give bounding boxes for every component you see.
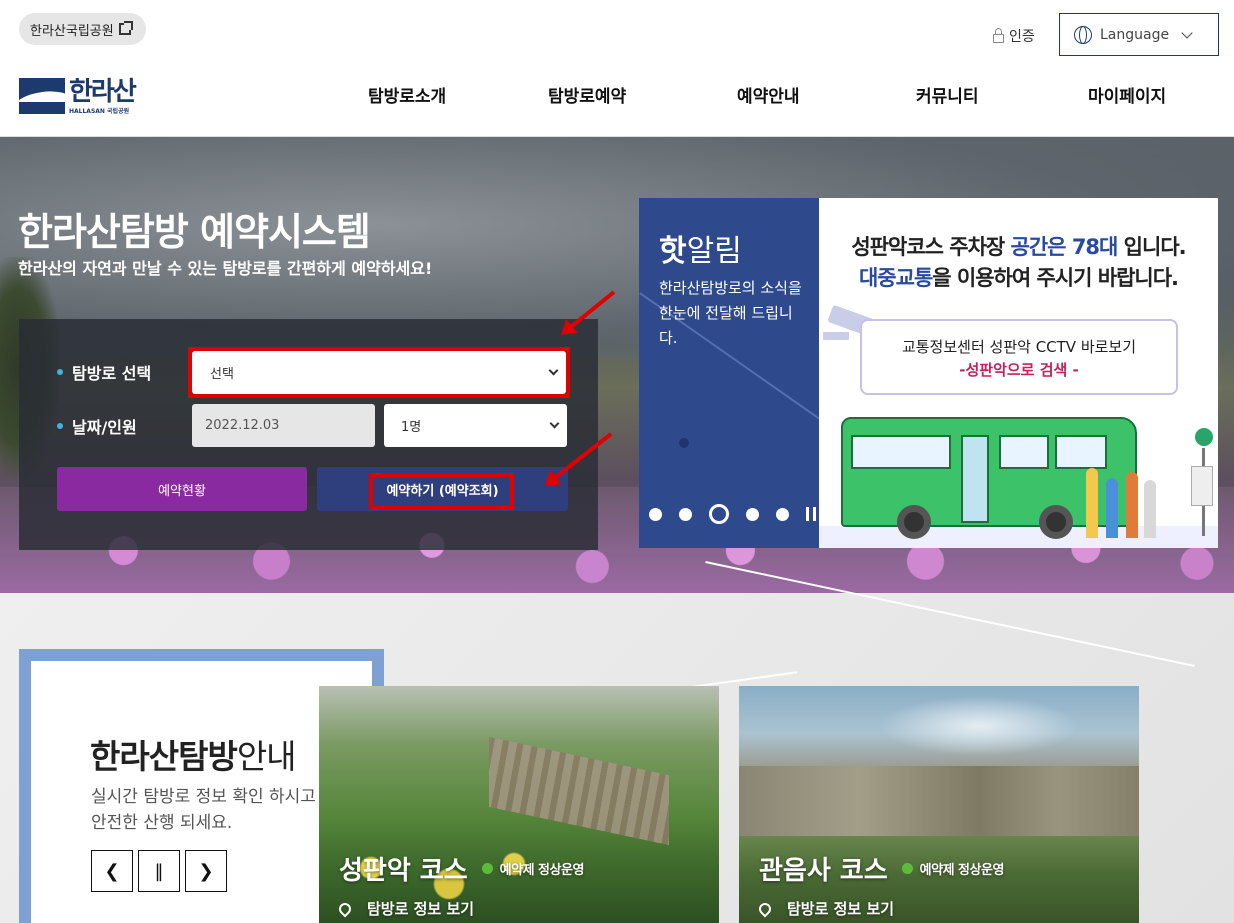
nav-trail-intro[interactable]: 탐방로소개	[368, 82, 446, 107]
info-description: 실시간 탐방로 정보 확인 하시고 안전한 산행 되세요.	[91, 787, 316, 833]
chevron-down-icon	[1181, 26, 1193, 39]
route-label-text: 탐방로 선택	[72, 364, 152, 383]
nav-community[interactable]: 커뮤니티	[916, 82, 979, 107]
hero-subtitle: 한라산의 자연과 만날 수 있는 탐방로를 간편하게 예약하세요!	[18, 259, 433, 278]
course-name: 성판악 코스 예약제 정상운영	[339, 856, 584, 886]
slide-dot[interactable]	[746, 507, 759, 521]
date-value: 2022.12.03	[205, 418, 280, 433]
slide-dot[interactable]	[776, 507, 789, 521]
notice-heading: 핫알림	[659, 234, 742, 269]
info-title: 한라산탐방안내	[90, 737, 297, 776]
slide-pagination	[649, 504, 816, 524]
park-site-link[interactable]: 한라산국립공원	[19, 13, 146, 45]
hero-title: 한라산탐방 예약시스템	[18, 210, 371, 254]
main-nav: 탐방로소개 탐방로예약 예약안내 커뮤니티 마이페이지	[320, 82, 1220, 110]
bus-stop-icon	[1191, 426, 1215, 536]
slide-dot-active[interactable]	[709, 504, 729, 524]
course-card-seongpanak[interactable]: 성판악 코스 예약제 정상운영 탐방로 정보 보기	[319, 686, 719, 923]
cctv-link-box[interactable]: 교통정보센터 성판악 CCTV 바로보기 -성판악으로 검색 -	[860, 319, 1178, 395]
lock-icon	[993, 27, 1004, 43]
notice-slide[interactable]: 성판악코스 주차장 공간은 78대 입니다. 대중교통을 이용하여 주시기 바랍…	[819, 198, 1218, 548]
slide-dot[interactable]	[679, 507, 692, 521]
cctv-link-text: 교통정보센터 성판악 CCTV 바로보기	[901, 338, 1137, 356]
highlight-route-select	[188, 347, 570, 398]
park-link-label: 한라산국립공원	[30, 23, 114, 39]
course-info-link[interactable]: 탐방로 정보 보기	[336, 898, 474, 919]
people-select-value: 1명	[401, 420, 422, 435]
date-people-label: 날짜/인원	[57, 414, 137, 438]
route-label: 탐방로 선택	[57, 360, 151, 384]
people-select[interactable]: 1명	[384, 404, 567, 447]
notice-sidebar: 핫알림 한라산탐방로의 소식을 한눈에 전달해 드립니다.	[639, 198, 819, 548]
bullet-icon	[57, 369, 63, 375]
date-people-label-text: 날짜/인원	[72, 418, 137, 437]
external-link-icon	[118, 21, 133, 35]
nav-trail-reservation[interactable]: 탐방로예약	[548, 82, 626, 107]
bullet-icon	[57, 423, 63, 429]
pause-icon[interactable]	[806, 507, 816, 521]
logo-subtext: HALLASAN 국립공원	[69, 108, 130, 115]
next-button[interactable]: ❯	[185, 850, 227, 892]
site-logo[interactable]: 한라산 HALLASAN 국립공원	[19, 78, 141, 118]
notice-slide-line2: 대중교통을 이용하여 주시기 바랍니다.	[858, 266, 1179, 290]
prev-button[interactable]: ❮	[91, 850, 133, 892]
auth-link[interactable]: 인증	[993, 24, 1035, 48]
status-dot-icon	[901, 863, 913, 874]
mountain-logo-icon	[19, 78, 65, 114]
notice-slide-line1: 성판악코스 주차장 공간은 78대 입니다.	[851, 235, 1186, 259]
map-pin-icon	[756, 900, 774, 917]
logo-text: 한라산	[69, 77, 137, 107]
course-name: 관음사 코스 예약제 정상운영	[759, 856, 1004, 886]
language-label: Language	[1100, 26, 1170, 43]
cctv-search-hint: -성판악으로 검색 -	[959, 361, 1079, 379]
passengers-illustration-icon	[1084, 438, 1164, 538]
map-pin-icon	[336, 900, 354, 917]
date-field[interactable]: 2022.12.03	[192, 404, 375, 447]
course-card-gwaneumsa[interactable]: 관음사 코스 예약제 정상운영 탐방로 정보 보기	[739, 686, 1139, 923]
language-selector[interactable]: Language	[1059, 13, 1219, 56]
globe-icon	[1074, 25, 1092, 44]
course-info-link[interactable]: 탐방로 정보 보기	[756, 898, 894, 919]
slide-dot[interactable]	[649, 507, 662, 521]
auth-label: 인증	[1009, 29, 1035, 45]
course-status: 예약제 정상운영	[481, 859, 584, 878]
nav-mypage[interactable]: 마이페이지	[1088, 82, 1166, 107]
status-dot-icon	[481, 863, 493, 874]
reservation-status-button[interactable]: 예약현황	[57, 467, 307, 511]
pause-button[interactable]: ‖	[138, 850, 180, 892]
notice-description: 한라산탐방로의 소식을 한눈에 전달해 드립니다.	[659, 279, 802, 347]
nav-reservation-guide[interactable]: 예약안내	[737, 82, 800, 107]
highlight-reserve-button	[369, 473, 514, 510]
course-status: 예약제 정상운영	[901, 859, 1004, 878]
chevron-down-icon	[549, 418, 560, 429]
hot-notice-slider: 핫알림 한라산탐방로의 소식을 한눈에 전달해 드립니다. 성판악코스 주차장 …	[639, 198, 1218, 548]
